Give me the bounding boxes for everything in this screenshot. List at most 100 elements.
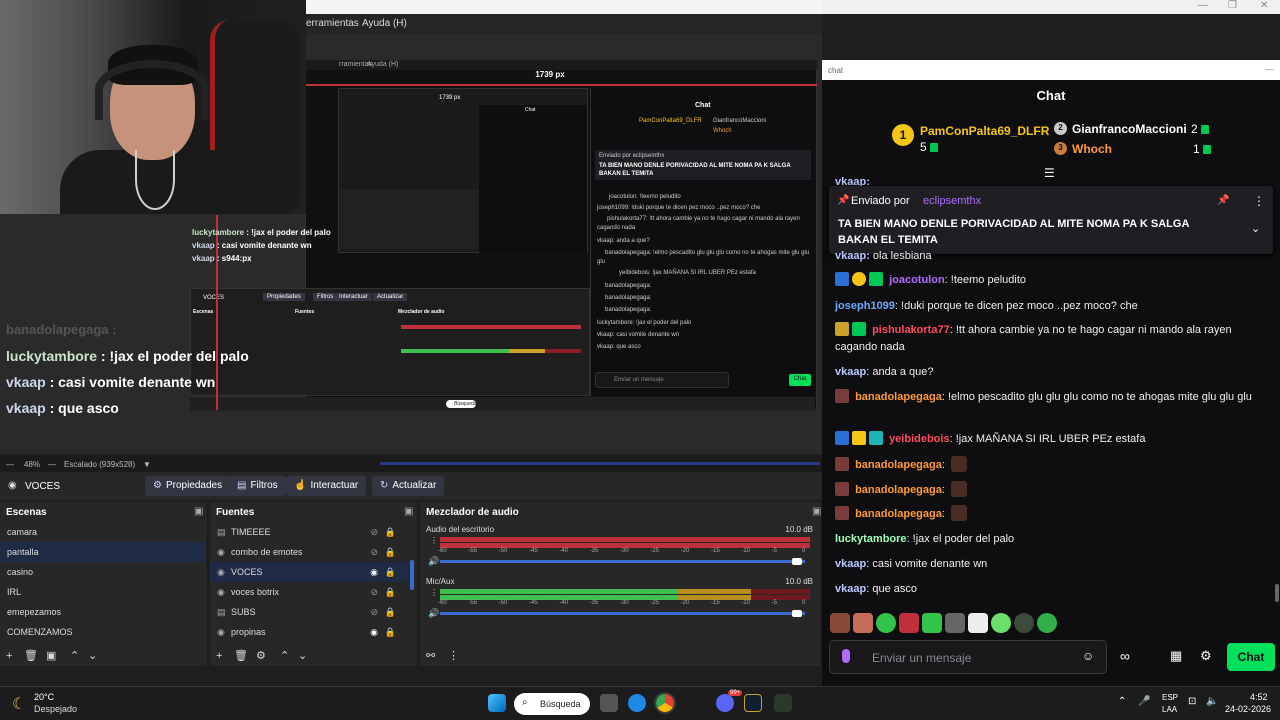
league-icon[interactable]	[744, 694, 762, 712]
edge-icon[interactable]	[628, 694, 646, 712]
chevron-up-icon[interactable]: ⌃	[1118, 696, 1126, 707]
lock-icon[interactable]: 🔒	[385, 627, 396, 638]
source-item[interactable]: ◉ voces botrix ⊘ 🔒	[210, 582, 408, 602]
gear-icon[interactable]: ⚙	[1200, 648, 1212, 664]
clock-time[interactable]: 4:52	[1250, 692, 1268, 702]
language-label[interactable]: ESP	[1162, 693, 1178, 702]
add-icon[interactable]: +	[6, 650, 12, 662]
chevron-down-icon[interactable]: ▼	[143, 460, 151, 469]
eye-hidden-icon[interactable]: ⊘	[370, 527, 378, 538]
source-item[interactable]: ◉ combo de emotes ⊘ 🔒	[210, 542, 408, 562]
chat-user[interactable]: vkaap	[835, 366, 866, 378]
scene-item[interactable]: COMENZAMOS	[0, 622, 206, 642]
chevron-down-icon[interactable]: ⌄	[298, 649, 307, 662]
pinned-message[interactable]: 📌 Enviado por eclipsemthx 📌 ⋮ TA BIEN MA…	[829, 186, 1273, 254]
microphone-icon[interactable]: 🎤	[1138, 696, 1150, 707]
weather-temp[interactable]: 20°C	[34, 692, 54, 702]
eye-hidden-icon[interactable]: ⊘	[370, 547, 378, 558]
volume-slider[interactable]	[440, 612, 805, 615]
source-item[interactable]: ▤ SUBS ⊘ 🔒	[210, 602, 408, 622]
emote-icon[interactable]	[968, 613, 988, 633]
chat-user[interactable]: joacotulon	[889, 274, 945, 286]
chat-user[interactable]: yeibidebois	[889, 433, 950, 445]
task-view-icon[interactable]	[600, 694, 618, 712]
emote-icon[interactable]	[853, 613, 873, 633]
chevron-up-icon[interactable]: ⌃	[280, 649, 289, 662]
microphone-icon[interactable]	[842, 649, 850, 663]
emote-icon[interactable]	[876, 613, 896, 633]
menu-help[interactable]: Ayuda (H)	[362, 18, 407, 29]
moon-weather-icon[interactable]: ☾	[12, 694, 26, 714]
network-icon[interactable]: ⊡	[1188, 696, 1196, 707]
volume-slider[interactable]	[440, 560, 805, 563]
lock-icon[interactable]: 🔒	[385, 527, 396, 538]
discord-icon[interactable]	[716, 694, 734, 712]
chat-user[interactable]: luckytambore	[835, 533, 907, 545]
volume-icon[interactable]: 🔈	[1206, 696, 1218, 707]
app-icon[interactable]	[774, 694, 792, 712]
source-item[interactable]: ◉ VOCES ◉ 🔒	[210, 562, 408, 582]
filter-icon[interactable]: ▣	[46, 649, 56, 662]
link-icon[interactable]: ⚯	[426, 649, 435, 662]
dock-menu-icon[interactable]: ▣	[194, 506, 203, 517]
lock-icon[interactable]: 🔒	[385, 567, 396, 578]
chat-user[interactable]: banadolapegaga	[855, 459, 942, 471]
interact-button[interactable]: ☝ Interactuar	[286, 476, 367, 496]
eye-hidden-icon[interactable]: ⊘	[370, 607, 378, 618]
minimize-icon[interactable]: —	[1198, 0, 1208, 11]
eye-hidden-icon[interactable]: ⊘	[370, 587, 378, 598]
chat-send-button[interactable]: Chat	[1227, 643, 1275, 671]
sources-scrollbar[interactable]	[410, 560, 414, 590]
speaker-icon[interactable]: 🔊	[428, 608, 439, 619]
volume-knob[interactable]	[792, 610, 802, 617]
chat-user[interactable]: vkaap	[835, 583, 866, 595]
close-icon[interactable]: ✕	[1260, 0, 1268, 11]
emote-icon[interactable]	[945, 613, 965, 633]
dock-menu-icon[interactable]: ▣	[812, 506, 821, 517]
lock-icon[interactable]: 🔒	[385, 587, 396, 598]
chevron-down-icon[interactable]: ⌄	[88, 649, 97, 662]
chat-scrollbar[interactable]	[1275, 584, 1279, 602]
chat-user[interactable]: joseph1099	[835, 300, 895, 312]
emote-icon[interactable]	[1014, 613, 1034, 633]
trash-icon[interactable]: 🗑	[24, 649, 38, 662]
lock-icon[interactable]: 🔒	[385, 547, 396, 558]
more-options-icon[interactable]: ⋮	[1253, 194, 1265, 208]
emote-icon[interactable]	[830, 613, 850, 633]
eye-icon[interactable]: ◉	[370, 567, 378, 578]
emote-icon[interactable]	[991, 613, 1011, 633]
properties-button[interactable]: ⚙ Propiedades	[145, 476, 231, 496]
chat-user[interactable]: vkaap:	[835, 250, 870, 262]
dock-menu-icon[interactable]: ▣	[404, 506, 413, 517]
scene-item[interactable]: camara	[0, 522, 206, 542]
trash-icon[interactable]: 🗑	[234, 649, 248, 662]
source-item[interactable]: ◉ propinas ◉ 🔒	[210, 622, 408, 642]
chevron-down-icon[interactable]: ⌄	[1251, 222, 1260, 235]
lock-icon[interactable]: 🔒	[385, 607, 396, 618]
emoji-icon[interactable]: ☺	[1082, 649, 1094, 663]
emote-icon[interactable]	[899, 613, 919, 633]
pinned-emotes-icon[interactable]: ∞	[1120, 648, 1130, 664]
chat-user[interactable]: banadolapegaga	[855, 484, 942, 496]
chat-user[interactable]: vkaap	[835, 558, 866, 570]
scene-item[interactable]: casino	[0, 562, 206, 582]
chrome-icon[interactable]	[654, 692, 676, 714]
scene-item[interactable]: pantalla	[0, 542, 206, 562]
volume-knob[interactable]	[792, 558, 802, 565]
channel-menu-icon[interactable]: ⋮	[430, 536, 438, 545]
speaker-icon[interactable]: 🔊	[428, 556, 439, 567]
chat-user[interactable]: banadolapegaga	[855, 391, 942, 403]
refresh-button[interactable]: ↻ Actualizar	[372, 476, 445, 496]
menu-tools[interactable]: erramientas	[306, 18, 359, 29]
scene-item[interactable]: emepezamos	[0, 602, 206, 622]
add-icon[interactable]: +	[216, 650, 222, 662]
source-item[interactable]: ▤ TIMEEEE ⊘ 🔒	[210, 522, 408, 542]
menu-dots-icon[interactable]: ⋮	[448, 649, 459, 662]
preview-scrollbar[interactable]	[380, 462, 820, 465]
chat-user[interactable]: pishulakorta77	[872, 324, 950, 336]
chat-input[interactable]: Enviar un mensaje ☺	[829, 640, 1107, 674]
chat-user[interactable]: banadolapegaga	[855, 508, 942, 520]
emote-icon[interactable]	[1037, 613, 1057, 633]
unpin-icon[interactable]: 📌	[1217, 195, 1229, 206]
gift-icon[interactable]: ▦	[1170, 648, 1182, 664]
